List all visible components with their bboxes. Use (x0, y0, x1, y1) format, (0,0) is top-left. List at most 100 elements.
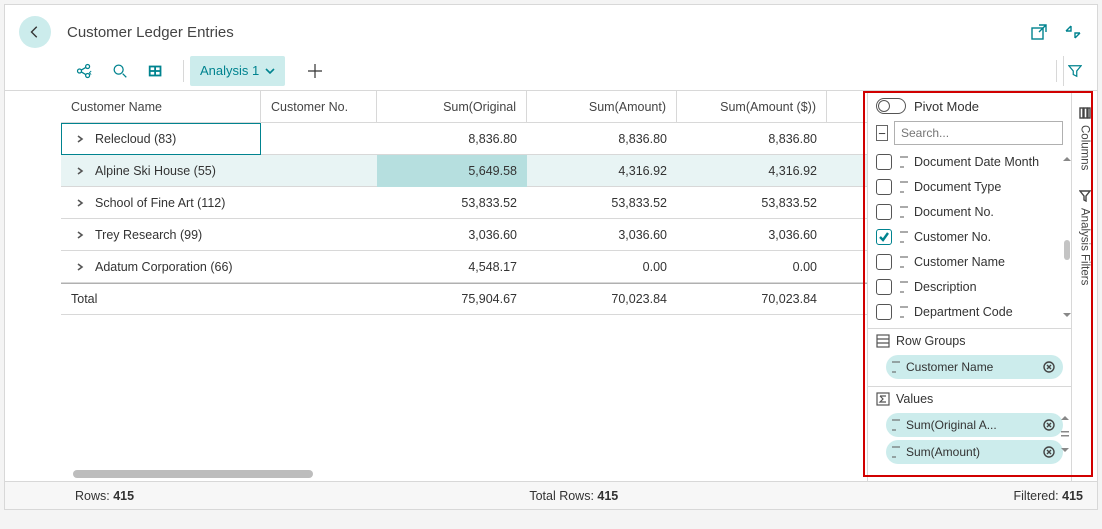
analyze-icon[interactable] (147, 62, 165, 80)
checkbox[interactable] (876, 304, 892, 320)
share-icon[interactable] (75, 62, 93, 80)
chip-label: Sum(Amount) (906, 445, 1039, 459)
scrollbar-thumb[interactable] (1064, 240, 1070, 260)
cell: 53,833.52 (527, 187, 677, 219)
group-name: Alpine Ski House (55) (95, 164, 216, 178)
filtered-count: 415 (1062, 489, 1083, 503)
cell (261, 155, 377, 187)
cell: 0.00 (677, 251, 827, 283)
column-header[interactable]: Customer No. (261, 91, 377, 122)
checkbox[interactable] (876, 279, 892, 295)
group-name: Relecloud (83) (95, 132, 176, 146)
add-tab-button[interactable] (307, 63, 323, 79)
field-label: Department Code (914, 305, 1013, 319)
column-header[interactable]: Sum(Original (377, 91, 527, 122)
cell: 4,316.92 (527, 155, 677, 187)
cell: 5,649.58 (377, 155, 527, 187)
totals-label: Total (61, 283, 261, 315)
group-cell[interactable]: School of Fine Art (112) (61, 187, 261, 219)
column-header[interactable]: Sum(Amount ($)) (677, 91, 827, 122)
tab-label: Analysis 1 (200, 63, 259, 78)
cell (261, 123, 377, 155)
scroll-down-icon[interactable] (1063, 307, 1071, 322)
analysis-filters-tab[interactable]: Analysis Filters (1079, 180, 1091, 295)
search-icon[interactable] (111, 62, 129, 80)
checkbox[interactable] (876, 204, 892, 220)
scroll-down-icon[interactable] (1061, 446, 1069, 454)
sigma-icon (876, 392, 890, 406)
remove-icon[interactable] (1043, 446, 1055, 458)
value-chip[interactable]: Sum(Original A... (886, 413, 1063, 437)
cell: 53,833.52 (677, 187, 827, 219)
group-cell[interactable]: Adatum Corporation (66) (61, 251, 261, 283)
field-option[interactable]: Document Type (876, 174, 1069, 199)
cell (261, 187, 377, 219)
table-row[interactable]: Adatum Corporation (66)4,548.170.000.00 (61, 251, 867, 283)
group-name: Adatum Corporation (66) (95, 260, 233, 274)
collapse-icon[interactable] (1063, 22, 1083, 42)
expand-icon[interactable] (73, 228, 87, 242)
row-groups-section: Row Groups (868, 328, 1071, 352)
field-option[interactable]: Document No. (876, 199, 1069, 224)
checkbox[interactable] (876, 179, 892, 195)
field-option[interactable]: Customer Name (876, 249, 1069, 274)
chip-label: Customer Name (906, 360, 1039, 374)
tab-analysis-1[interactable]: Analysis 1 (190, 56, 285, 86)
value-chip[interactable]: Sum(Amount) (886, 440, 1063, 464)
filtered-label: Filtered: (1014, 489, 1059, 503)
table-row[interactable]: Alpine Ski House (55)5,649.584,316.924,3… (61, 155, 867, 187)
collapse-fields-button[interactable]: − (876, 125, 888, 141)
cell: 4,548.17 (377, 251, 527, 283)
checkbox[interactable] (876, 229, 892, 245)
expand-icon[interactable] (73, 164, 87, 178)
horizontal-scrollbar[interactable] (73, 467, 855, 481)
table-row[interactable]: Relecloud (83)8,836.808,836.808,836.80 (61, 123, 867, 155)
cell: 3,036.60 (377, 219, 527, 251)
scroll-up-icon[interactable] (1063, 151, 1071, 166)
expand-icon[interactable] (73, 196, 87, 210)
filter-toggle-button[interactable] (1063, 56, 1085, 86)
chevron-down-icon (265, 66, 275, 76)
scroll-up-icon[interactable] (1061, 414, 1069, 422)
group-cell[interactable]: Trey Research (99) (61, 219, 261, 251)
cell: 8,836.80 (527, 123, 677, 155)
expand-icon[interactable] (73, 132, 87, 146)
group-cell[interactable]: Alpine Ski House (55) (61, 155, 261, 187)
columns-icon (1079, 107, 1091, 119)
table-row[interactable]: Trey Research (99)3,036.603,036.603,036.… (61, 219, 867, 251)
back-button[interactable] (19, 16, 51, 48)
group-name: School of Fine Art (112) (95, 196, 225, 210)
expand-icon[interactable] (73, 260, 87, 274)
field-option[interactable]: Customer No. (876, 224, 1069, 249)
remove-icon[interactable] (1043, 419, 1055, 431)
total-rows-count: 415 (597, 489, 618, 503)
remove-icon[interactable] (1043, 361, 1055, 373)
popout-icon[interactable] (1029, 22, 1049, 42)
checkbox[interactable] (876, 154, 892, 170)
totals-row: Total75,904.6770,023.8470,023.84 (61, 283, 867, 315)
cell (261, 251, 377, 283)
field-label: Description (914, 280, 977, 294)
table-row[interactable]: School of Fine Art (112)53,833.5253,833.… (61, 187, 867, 219)
group-cell[interactable]: Relecloud (83) (61, 123, 261, 155)
field-label: Document Type (914, 180, 1001, 194)
column-header[interactable]: Customer Name (61, 91, 261, 122)
cell: 53,833.52 (377, 187, 527, 219)
field-option[interactable]: Description (876, 274, 1069, 299)
column-header[interactable]: Sum(Amount) (527, 91, 677, 122)
page-title: Customer Ledger Entries (67, 24, 234, 41)
status-bar: Rows: 415 Total Rows: 415 Filtered: 415 (5, 481, 1097, 509)
totals-cell: 70,023.84 (677, 283, 827, 315)
drag-handle-icon[interactable] (1061, 430, 1069, 438)
cell (261, 219, 377, 251)
field-search-input[interactable] (894, 121, 1063, 145)
data-grid: Customer Name Customer No. Sum(Original … (5, 91, 867, 481)
field-label: Customer Name (914, 255, 1005, 269)
checkbox[interactable] (876, 254, 892, 270)
pivot-mode-toggle[interactable] (876, 98, 906, 114)
columns-tab[interactable]: Columns (1079, 97, 1091, 180)
field-option[interactable]: Document Date Month (876, 149, 1069, 174)
field-option[interactable]: Department Code (876, 299, 1069, 324)
row-group-chip[interactable]: Customer Name (886, 355, 1063, 379)
cell: 8,836.80 (377, 123, 527, 155)
